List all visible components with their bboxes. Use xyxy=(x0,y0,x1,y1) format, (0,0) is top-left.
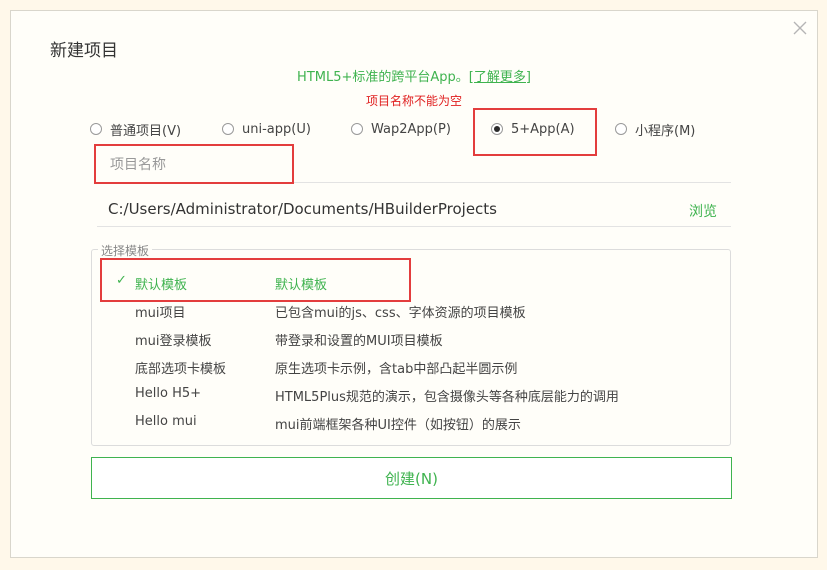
radio-dot xyxy=(90,123,102,135)
radio-label: Wap2App(P) xyxy=(371,121,451,137)
new-project-dialog: 新建项目 HTML5+标准的跨平台App。[了解更多] 项目名称不能为空 普通项… xyxy=(10,10,818,558)
radio-label: 5+App(A) xyxy=(511,121,575,137)
browse-button[interactable]: 浏览 xyxy=(689,201,717,221)
error-message: 项目名称不能为空 xyxy=(365,94,462,108)
close-icon[interactable] xyxy=(790,18,810,38)
radio-label: 小程序(M) xyxy=(635,123,696,139)
template-name: 默认模板 xyxy=(135,278,188,293)
radio-dot xyxy=(351,123,363,135)
template-item-bottom-tab[interactable]: 底部选项卡模板 原生选项卡示例，含tab中部凸起半圆示例 xyxy=(92,355,730,379)
checkmark-icon: ✓ xyxy=(116,273,127,288)
template-item-hello-h5[interactable]: Hello H5+ HTML5Plus规范的演示，包含摄像头等各种底层能力的调用 xyxy=(92,383,730,407)
template-item-default[interactable]: ✓ 默认模板 默认模板 xyxy=(92,271,730,295)
radio-dot xyxy=(222,123,234,135)
subtitle-text: HTML5+标准的跨平台App。 xyxy=(297,70,469,85)
template-selector: 选择模板 ✓ 默认模板 默认模板 mui项目 已包含mui的js、css、字体资… xyxy=(91,242,731,446)
radio-wap2app[interactable]: Wap2App(P) xyxy=(351,119,451,139)
template-item-mui[interactable]: mui项目 已包含mui的js、css、字体资源的项目模板 xyxy=(92,299,730,323)
template-name: mui项目 xyxy=(135,306,186,321)
template-desc: mui前端框架各种UI控件（如按钮）的展示 xyxy=(275,418,521,433)
template-item-mui-login[interactable]: mui登录模板 带登录和设置的MUI项目模板 xyxy=(92,327,730,351)
template-desc: 已包含mui的js、css、字体资源的项目模板 xyxy=(275,306,526,321)
radio-dot xyxy=(615,123,627,135)
template-item-hello-mui[interactable]: Hello mui mui前端框架各种UI控件（如按钮）的展示 xyxy=(92,411,730,435)
create-button[interactable]: 创建(N) xyxy=(91,457,732,499)
subtitle: HTML5+标准的跨平台App。[了解更多] xyxy=(11,66,817,85)
template-name: mui登录模板 xyxy=(135,334,212,349)
template-legend: 选择模板 xyxy=(98,242,153,259)
learn-more-link[interactable]: [了解更多] xyxy=(469,70,531,85)
radio-label: uni-app(U) xyxy=(242,121,311,137)
project-path-field[interactable]: C:/Users/Administrator/Documents/HBuilde… xyxy=(97,191,731,227)
template-desc: 带登录和设置的MUI项目模板 xyxy=(275,334,443,349)
radio-label: 普通项目(V) xyxy=(110,123,182,139)
radio-mini-program[interactable]: 小程序(M) xyxy=(615,119,695,139)
radio-5plus-app[interactable]: 5+App(A) xyxy=(491,119,575,139)
template-name: 底部选项卡模板 xyxy=(135,362,227,377)
radio-uni-app[interactable]: uni-app(U) xyxy=(222,119,311,139)
project-type-group: 普通项目(V) uni-app(U) Wap2App(P) 5+App(A) 小… xyxy=(90,119,790,139)
radio-dot-checked xyxy=(491,123,503,135)
template-name: Hello mui xyxy=(135,414,197,429)
project-path-value: C:/Users/Administrator/Documents/HBuilde… xyxy=(108,200,497,218)
radio-normal-project[interactable]: 普通项目(V) xyxy=(90,119,181,139)
project-name-input[interactable] xyxy=(97,147,731,183)
dialog-title: 新建项目 xyxy=(50,41,118,61)
template-desc: 默认模板 xyxy=(275,278,328,293)
template-desc: 原生选项卡示例，含tab中部凸起半圆示例 xyxy=(275,362,518,377)
template-desc: HTML5Plus规范的演示，包含摄像头等各种底层能力的调用 xyxy=(275,390,619,405)
template-name: Hello H5+ xyxy=(135,386,202,401)
